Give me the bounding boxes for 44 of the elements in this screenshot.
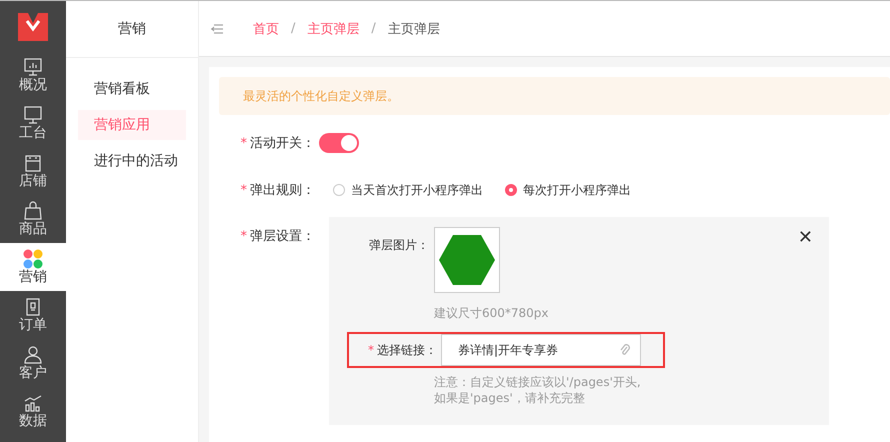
radio-button[interactable] <box>505 184 517 196</box>
radio-button[interactable] <box>333 184 345 196</box>
nav-item[interactable]: 客户 <box>0 339 66 387</box>
breadcrumb-separator: / <box>291 21 296 36</box>
nav-item[interactable]: 店铺 <box>0 147 66 195</box>
notice-banner: 最灵活的个性化自定义弹层。 <box>219 77 890 115</box>
hexagon-icon <box>438 234 496 286</box>
field-label: 活动开关： <box>250 136 315 151</box>
nav-item[interactable]: 营销 <box>0 243 66 291</box>
required-mark: * <box>240 136 247 151</box>
shopping-bag-icon <box>23 201 43 221</box>
radio-label[interactable]: 当天首次打开小程序弹出 <box>351 182 483 198</box>
storefront-icon <box>23 153 43 173</box>
nav-item[interactable]: 概况 <box>0 51 66 99</box>
required-mark: * <box>240 229 247 244</box>
breadcrumb-separator: / <box>371 21 376 36</box>
radio-label[interactable]: 每次打开小程序弹出 <box>523 182 631 198</box>
nav-item[interactable]: 数据 <box>0 387 66 435</box>
monitor-icon <box>23 105 43 125</box>
four-petal-icon <box>23 249 43 269</box>
submenu-title: 营销 <box>66 1 198 58</box>
link-field[interactable]: 券详情|开年专享券 <box>441 334 641 366</box>
nav-item[interactable]: 工台 <box>0 99 66 147</box>
monitor-chart-icon <box>23 57 43 77</box>
bar-chart-icon <box>23 393 43 413</box>
collapse-icon[interactable] <box>211 24 223 34</box>
size-hint: 建议尺寸600*780px <box>434 305 550 322</box>
submenu-item[interactable]: 进行中的活动 <box>78 146 186 176</box>
submenu-item[interactable]: 营销看板 <box>78 74 186 104</box>
link-note: 注意：自定义链接应该以'/pages'开头, 如果是'pages'，请补充完整 <box>434 374 642 406</box>
field-label: 弹出规则： <box>250 183 315 198</box>
image-upload[interactable] <box>434 227 500 293</box>
nav-item[interactable]: 商品 <box>0 195 66 243</box>
paperclip-icon <box>620 344 630 356</box>
close-icon[interactable]: ✕ <box>798 227 813 248</box>
required-mark: * <box>368 342 374 356</box>
breadcrumb-current: 主页弹层 <box>388 20 440 38</box>
required-mark: * <box>240 183 247 198</box>
field-label: 弹层图片： <box>368 237 429 254</box>
toggle-switch[interactable] <box>319 133 359 153</box>
nav-item[interactable]: 订单 <box>0 291 66 339</box>
field-label: 弹层设置： <box>250 229 315 244</box>
field-label: 选择链接： <box>377 342 437 356</box>
person-icon <box>23 345 43 365</box>
